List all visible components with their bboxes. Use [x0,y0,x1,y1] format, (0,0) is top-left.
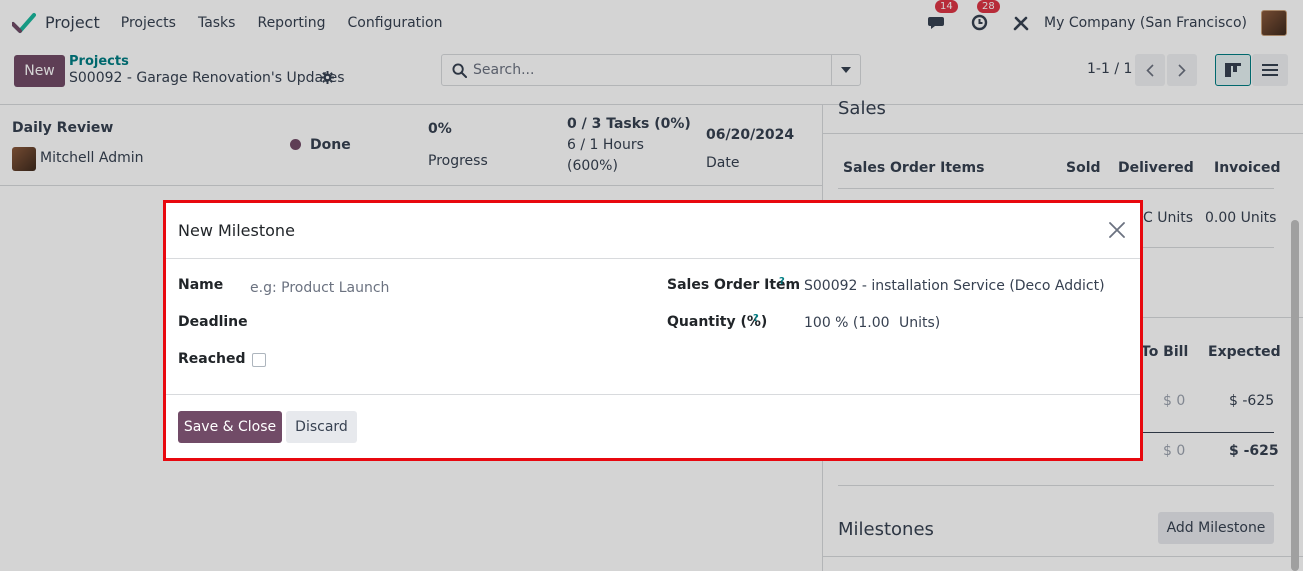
reached-checkbox[interactable] [252,353,266,367]
deadline-label: Deadline [178,314,248,330]
name-label: Name [178,277,224,293]
deadline-field[interactable] [250,310,610,334]
quantity-field[interactable]: 100 % (1.00 [804,315,890,331]
reached-label: Reached [178,351,246,367]
close-icon[interactable] [1109,222,1125,238]
dialog-header: New Milestone [166,203,1140,259]
name-field[interactable] [250,277,610,299]
new-milestone-dialog: New Milestone Name Deadline Reached Sale… [163,200,1143,461]
sales-order-item-field[interactable]: S00092 - installation Service (Deco Addi… [804,278,1105,294]
save-close-button[interactable]: Save & Close [178,411,282,443]
quantity-unit: Units) [899,315,941,331]
quantity-help-icon[interactable]: ? [753,313,759,324]
dialog-title: New Milestone [178,221,295,240]
sales-order-item-help-icon[interactable]: ? [779,276,785,287]
discard-button[interactable]: Discard [286,411,357,443]
dialog-footer: Save & Close Discard [166,394,1140,458]
